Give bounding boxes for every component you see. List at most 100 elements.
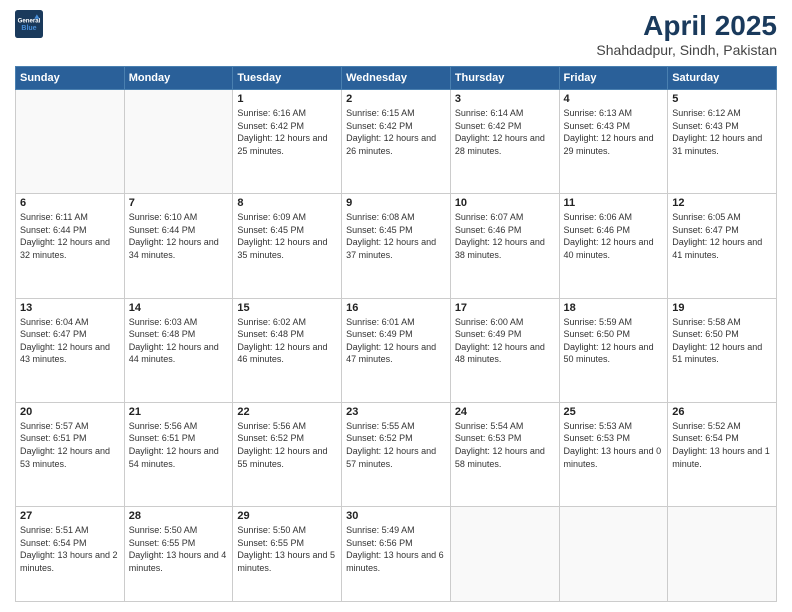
calendar-cell: 18Sunrise: 5:59 AM Sunset: 6:50 PM Dayli… [559,298,668,402]
day-info: Sunrise: 6:13 AM Sunset: 6:43 PM Dayligh… [564,107,664,157]
calendar-cell: 14 Sunrise: 6:03 AM Sunset: 6:48 PM Dayli… [124,298,233,402]
calendar-cell: 23Sunrise: 5:55 AM Sunset: 6:52 PM Dayli… [342,402,451,506]
day-number: 13 [20,302,120,314]
day-number: 16 [346,302,446,314]
calendar-cell: 27 Sunrise: 5:51 AM Sunset: 6:54 PM Dayli… [16,507,125,602]
title-block: April 2025 Shahdadpur, Sindh, Pakistan [596,10,777,58]
calendar-cell [16,90,125,194]
day-number: 28 [129,510,229,522]
calendar-cell: 26 Sunrise: 5:52 AM Sunset: 6:54 PM Dayli… [668,402,777,506]
calendar-cell: 17Sunrise: 6:00 AM Sunset: 6:49 PM Dayli… [450,298,559,402]
calendar-cell: 5Sunrise: 6:12 AM Sunset: 6:43 PM Daylig… [668,90,777,194]
weekday-header: Thursday [450,67,559,90]
calendar-cell: 7 Sunrise: 6:10 AM Sunset: 6:44 PM Daylig… [124,194,233,298]
day-number: 3 [455,93,555,105]
day-info: Sunrise: 6:06 AM Sunset: 6:46 PM Dayligh… [564,211,664,261]
day-info: Sunrise: 6:08 AM Sunset: 6:45 PM Dayligh… [346,211,446,261]
day-number: 21 [129,406,229,418]
day-info: Sunrise: 6:14 AM Sunset: 6:42 PM Dayligh… [455,107,555,157]
day-number: 19 [672,302,772,314]
day-number: 20 [20,406,120,418]
calendar-cell [450,507,559,602]
day-info: Sunrise: 6:16 AM Sunset: 6:42 PM Dayligh… [237,107,337,157]
logo: General Blue [15,10,43,38]
calendar-cell: 15 Sunrise: 6:02 AM Sunset: 6:48 PM Dayli… [233,298,342,402]
day-info: Sunrise: 5:52 AM Sunset: 6:54 PM Dayligh… [672,420,772,470]
day-info: Sunrise: 6:00 AM Sunset: 6:49 PM Dayligh… [455,316,555,366]
weekday-header: Sunday [16,67,125,90]
day-number: 29 [237,510,337,522]
weekday-header: Monday [124,67,233,90]
weekday-header: Saturday [668,67,777,90]
day-number: 26 [672,406,772,418]
calendar-week-row: 13 Sunrise: 6:04 AM Sunset: 6:47 PM Dayli… [16,298,777,402]
day-info: Sunrise: 6:05 AM Sunset: 6:47 PM Dayligh… [672,211,772,261]
day-number: 1 [237,93,337,105]
calendar-cell: 9 Sunrise: 6:08 AM Sunset: 6:45 PM Daylig… [342,194,451,298]
day-number: 2 [346,93,446,105]
day-info: Sunrise: 5:56 AM Sunset: 6:51 PM Dayligh… [129,420,229,470]
calendar-cell: 25 Sunrise: 5:53 AM Sunset: 6:53 PM Dayli… [559,402,668,506]
day-info: Sunrise: 6:07 AM Sunset: 6:46 PM Dayligh… [455,211,555,261]
day-info: Sunrise: 5:53 AM Sunset: 6:53 PM Dayligh… [564,420,664,470]
calendar-cell: 13 Sunrise: 6:04 AM Sunset: 6:47 PM Dayli… [16,298,125,402]
day-number: 25 [564,406,664,418]
day-number: 12 [672,197,772,209]
day-info: Sunrise: 5:51 AM Sunset: 6:54 PM Dayligh… [20,524,120,574]
calendar-week-row: 20Sunrise: 5:57 AM Sunset: 6:51 PM Dayli… [16,402,777,506]
day-info: Sunrise: 6:15 AM Sunset: 6:42 PM Dayligh… [346,107,446,157]
weekday-header: Wednesday [342,67,451,90]
day-info: Sunrise: 5:59 AM Sunset: 6:50 PM Dayligh… [564,316,664,366]
day-number: 8 [237,197,337,209]
day-number: 9 [346,197,446,209]
weekday-header: Tuesday [233,67,342,90]
day-info: Sunrise: 6:02 AM Sunset: 6:48 PM Dayligh… [237,316,337,366]
day-info: Sunrise: 6:04 AM Sunset: 6:47 PM Dayligh… [20,316,120,366]
day-number: 22 [237,406,337,418]
day-info: Sunrise: 5:50 AM Sunset: 6:55 PM Dayligh… [129,524,229,574]
calendar-table: SundayMondayTuesdayWednesdayThursdayFrid… [15,66,777,602]
calendar-cell: 6 Sunrise: 6:11 AM Sunset: 6:44 PM Daylig… [16,194,125,298]
logo-icon: General Blue [15,10,43,38]
main-title: April 2025 [596,10,777,42]
calendar-cell: 21 Sunrise: 5:56 AM Sunset: 6:51 PM Dayli… [124,402,233,506]
day-info: Sunrise: 5:56 AM Sunset: 6:52 PM Dayligh… [237,420,337,470]
day-number: 24 [455,406,555,418]
day-number: 4 [564,93,664,105]
calendar-cell [559,507,668,602]
day-number: 23 [346,406,446,418]
day-info: Sunrise: 5:54 AM Sunset: 6:53 PM Dayligh… [455,420,555,470]
calendar-cell: 8Sunrise: 6:09 AM Sunset: 6:45 PM Daylig… [233,194,342,298]
calendar-cell [124,90,233,194]
calendar-cell: 29Sunrise: 5:50 AM Sunset: 6:55 PM Dayli… [233,507,342,602]
day-number: 30 [346,510,446,522]
day-info: Sunrise: 5:49 AM Sunset: 6:56 PM Dayligh… [346,524,446,574]
weekday-header: Friday [559,67,668,90]
calendar-cell: 3 Sunrise: 6:14 AM Sunset: 6:42 PM Daylig… [450,90,559,194]
calendar-cell: 28 Sunrise: 5:50 AM Sunset: 6:55 PM Dayli… [124,507,233,602]
day-number: 7 [129,197,229,209]
calendar-cell: 30 Sunrise: 5:49 AM Sunset: 6:56 PM Dayli… [342,507,451,602]
calendar-cell: 12 Sunrise: 6:05 AM Sunset: 6:47 PM Dayli… [668,194,777,298]
day-info: Sunrise: 6:03 AM Sunset: 6:48 PM Dayligh… [129,316,229,366]
day-number: 10 [455,197,555,209]
day-number: 5 [672,93,772,105]
day-number: 14 [129,302,229,314]
calendar-header-row: SundayMondayTuesdayWednesdayThursdayFrid… [16,67,777,90]
day-info: Sunrise: 6:10 AM Sunset: 6:44 PM Dayligh… [129,211,229,261]
calendar-cell: 20Sunrise: 5:57 AM Sunset: 6:51 PM Dayli… [16,402,125,506]
calendar-cell: 1 Sunrise: 6:16 AM Sunset: 6:42 PM Daylig… [233,90,342,194]
calendar-cell [668,507,777,602]
day-info: Sunrise: 6:11 AM Sunset: 6:44 PM Dayligh… [20,211,120,261]
page: General Blue April 2025 Shahdadpur, Sind… [0,0,792,612]
calendar-cell: 2 Sunrise: 6:15 AM Sunset: 6:42 PM Daylig… [342,90,451,194]
header: General Blue April 2025 Shahdadpur, Sind… [15,10,777,58]
calendar-cell: 24 Sunrise: 5:54 AM Sunset: 6:53 PM Dayli… [450,402,559,506]
day-number: 15 [237,302,337,314]
day-number: 6 [20,197,120,209]
calendar-cell: 10 Sunrise: 6:07 AM Sunset: 6:46 PM Dayli… [450,194,559,298]
day-number: 27 [20,510,120,522]
subtitle: Shahdadpur, Sindh, Pakistan [596,42,777,58]
calendar-cell: 22 Sunrise: 5:56 AM Sunset: 6:52 PM Dayli… [233,402,342,506]
day-info: Sunrise: 5:58 AM Sunset: 6:50 PM Dayligh… [672,316,772,366]
